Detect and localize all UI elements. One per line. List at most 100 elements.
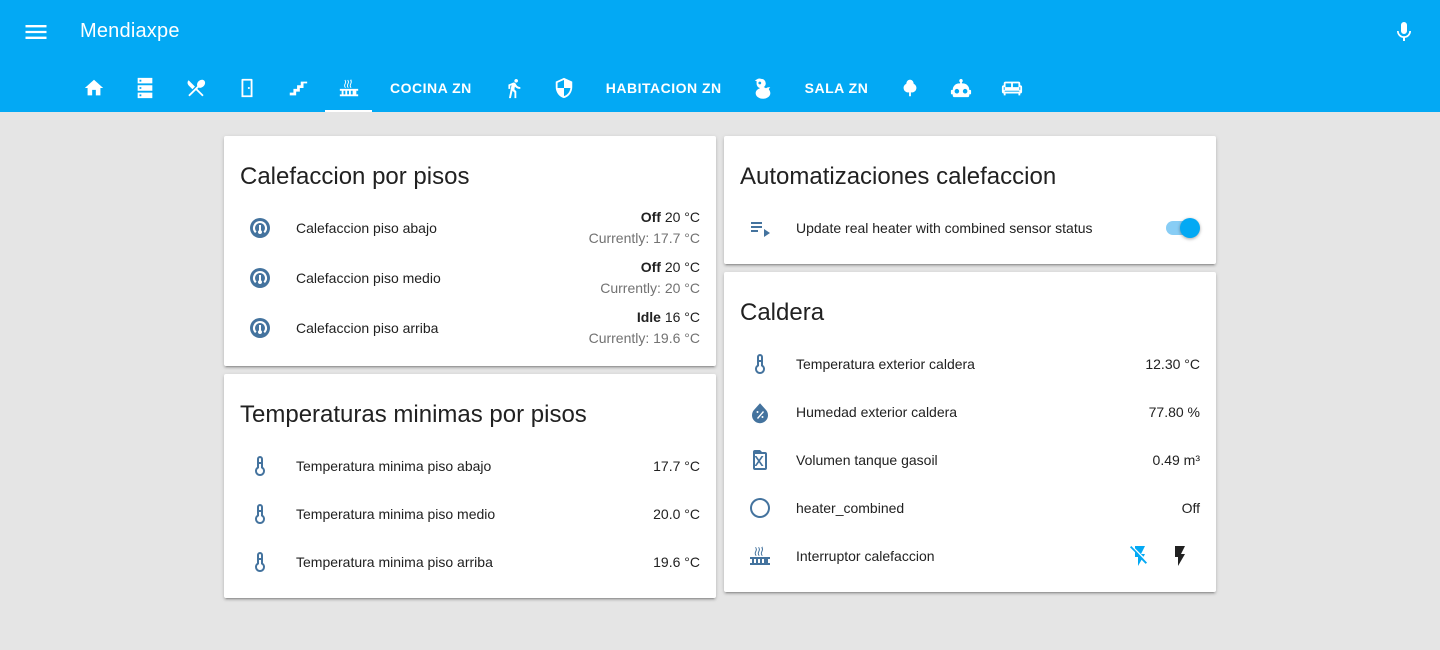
sensor-value: 17.7 °C [653,458,700,474]
hvac-mode: Off [640,259,661,275]
playlist-play-icon [740,208,780,248]
card-automatizaciones: Automatizaciones calefaccion Update real… [724,136,1216,264]
fuel-canister-icon [740,440,780,480]
tab-home[interactable] [68,64,119,112]
target-temp: 20 °C [664,259,700,275]
sensor-value: 0.49 m³ [1152,452,1200,468]
flash-icon [1175,546,1185,566]
door-icon [241,78,252,98]
thermometer-icon [740,344,780,384]
tab-tree[interactable] [884,64,935,112]
climate-state: Off 20 °C Currently: 20 °C [600,257,700,299]
server-icon [137,77,152,99]
radiator-icon [740,536,780,576]
card-title: Automatizaciones calefaccion [740,163,1057,190]
tab-radiator[interactable] [323,64,374,112]
tab-stairs[interactable] [272,64,323,112]
tab-silverware[interactable] [170,64,221,112]
tab-walk[interactable] [488,64,539,112]
circle-outline-icon [740,488,780,528]
switch-row[interactable]: Interruptor calefaccion [740,536,1200,576]
target-temp: 20 °C [664,209,700,225]
automation-row[interactable]: Update real heater with combined sensor … [740,208,1200,248]
climate-name: Calefaccion piso abajo [296,220,437,236]
binary-sensor-row[interactable]: heater_combined Off [740,488,1200,528]
tab-duck[interactable] [738,64,789,112]
sensor-name: Temperatura minima piso arriba [296,554,493,570]
sensor-value: Off [1181,500,1200,516]
climate-name: Calefaccion piso arriba [296,320,439,336]
water-percent-icon [740,392,780,432]
card-temperaturas-minimas: Temperaturas minimas por pisos Temperatu… [224,374,716,598]
climate-row[interactable]: Calefaccion piso arriba Idle 16 °C Curre… [240,308,700,348]
hvac-mode: Idle [636,309,661,325]
sofa-icon [1001,81,1022,96]
card-title: Temperaturas minimas por pisos [240,401,587,428]
tab-cocina-zn[interactable]: COCINA ZN [374,64,488,112]
climate-row[interactable]: Calefaccion piso medio Off 20 °C Current… [240,258,700,298]
tab-sala-zn[interactable]: SALA ZN [789,64,885,112]
home-icon [84,79,103,96]
thermostat-icon [240,258,280,298]
flash-off-icon [1130,546,1147,566]
sensor-name: Volumen tanque gasoil [796,452,938,468]
thermometer-icon [240,542,280,582]
sensor-value: 20.0 °C [653,506,700,522]
switch-name: Interruptor calefaccion [796,548,935,564]
current-temp: Currently: 20 °C [600,280,700,296]
target-temp: 16 °C [664,309,700,325]
thermostat-icon [240,208,280,248]
sensor-name: Temperatura minima piso abajo [296,458,492,474]
climate-state: Off 20 °C Currently: 17.7 °C [589,207,700,249]
card-title: Calefaccion por pisos [240,163,470,190]
view-tabs: COCINA ZN HABITACION ZN SALA ZN [68,64,1037,112]
automation-toggle[interactable] [1164,218,1200,238]
sensor-name: heater_combined [796,500,905,516]
tree-icon [903,79,917,97]
card-caldera: Caldera Temperatura exterior caldera 12.… [724,272,1216,592]
thermometer-icon [240,446,280,486]
sensor-name: Humedad exterior caldera [796,404,958,420]
tab-security[interactable] [539,64,590,112]
walk-icon [508,78,521,99]
app-title: Mendiaxpe [80,20,180,42]
menu-icon[interactable] [22,18,50,46]
tab-sofa[interactable] [986,64,1037,112]
current-temp: Currently: 19.6 °C [588,330,700,346]
sensor-row[interactable]: Temperatura minima piso abajo 17.7 °C [240,446,700,486]
microphone-icon[interactable] [1392,18,1416,46]
turn-on-button[interactable] [1160,536,1200,576]
automation-name: Update real heater with combined sensor … [796,220,1093,236]
sensor-row[interactable]: Humedad exterior caldera 77.80 % [740,392,1200,432]
climate-row[interactable]: Calefaccion piso abajo Off 20 °C Current… [240,208,700,248]
tab-robot[interactable] [935,64,986,112]
tab-door[interactable] [221,64,272,112]
sensor-row[interactable]: Temperatura exterior caldera 12.30 °C [740,344,1200,384]
duck-icon [754,78,771,99]
thermometer-icon [240,494,280,534]
sensor-row[interactable]: Volumen tanque gasoil 0.49 m³ [740,440,1200,480]
radiator-icon [339,78,358,97]
thermostat-icon [240,308,280,348]
tab-server[interactable] [119,64,170,112]
robot-icon [950,78,971,98]
sensor-name: Temperatura minima piso medio [296,506,496,522]
climate-state: Idle 16 °C Currently: 19.6 °C [589,307,700,349]
card-calefaccion-por-pisos: Calefaccion por pisos Calefaccion piso a… [224,136,716,366]
sensor-value: 12.30 °C [1145,356,1200,372]
turn-off-button[interactable] [1120,536,1160,576]
silverware-icon [187,79,205,97]
card-title: Caldera [740,299,825,326]
sensor-value: 19.6 °C [653,554,700,570]
app-header: Mendiaxpe COCINA ZN HABITACION ZN SALA Z… [0,0,1440,112]
sensor-name: Temperatura exterior caldera [796,356,975,372]
sensor-value: 77.80 % [1148,404,1200,420]
sensor-row[interactable]: Temperatura minima piso medio 20.0 °C [240,494,700,534]
climate-name: Calefaccion piso medio [296,270,441,286]
current-temp: Currently: 17.7 °C [588,230,700,246]
security-shield-icon [556,77,573,99]
hvac-mode: Off [640,209,661,225]
sensor-row[interactable]: Temperatura minima piso arriba 19.6 °C [240,542,700,582]
tab-habitacion-zn[interactable]: HABITACION ZN [590,64,738,112]
stairs-icon [289,81,307,96]
